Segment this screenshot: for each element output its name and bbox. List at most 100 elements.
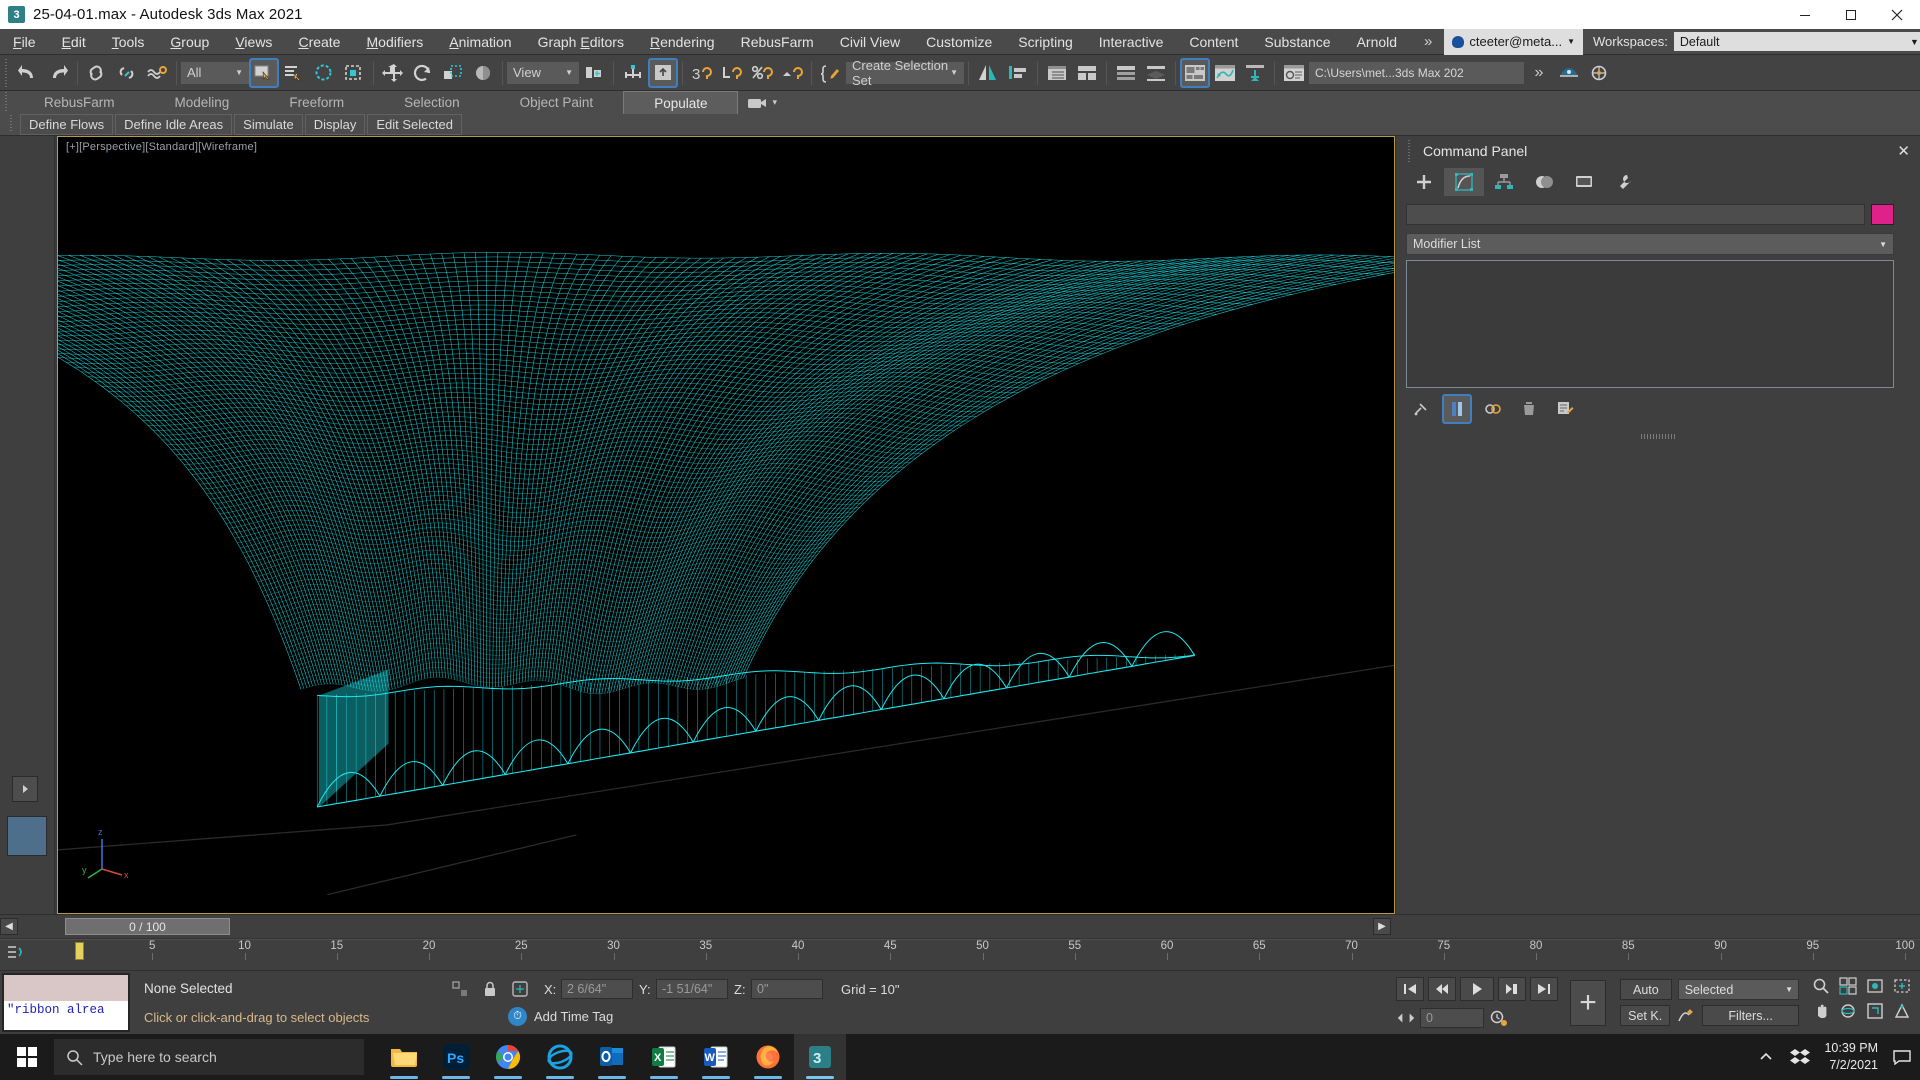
taskbar-outlook[interactable] [586, 1034, 638, 1080]
menu-graph-editors[interactable]: Graph Editors [525, 29, 637, 55]
spinner-snap-icon[interactable] [777, 58, 807, 88]
menu-modifiers[interactable]: Modifiers [353, 29, 436, 55]
unlink-icon[interactable] [112, 58, 142, 88]
configure-sets-icon[interactable] [1550, 394, 1580, 424]
key-step-icon[interactable] [1396, 1008, 1416, 1028]
angle-snap-icon[interactable] [717, 58, 747, 88]
lock-selection-icon[interactable] [480, 979, 500, 999]
mirror-icon[interactable] [618, 58, 648, 88]
menu-rendering[interactable]: Rendering [637, 29, 728, 55]
modifier-stack[interactable] [1406, 260, 1894, 388]
make-unique-icon[interactable] [1478, 394, 1508, 424]
taskbar-excel[interactable]: X [638, 1034, 690, 1080]
menu-create[interactable]: Create [285, 29, 353, 55]
select-region-circle-icon[interactable] [309, 58, 339, 88]
ribbon-btn-display[interactable]: Display [304, 114, 366, 135]
auto-key-button[interactable]: Auto [1620, 979, 1672, 1000]
show-hidden-icons-icon[interactable] [1756, 1047, 1776, 1067]
time-prev-button[interactable]: ◀ [0, 918, 18, 935]
scene-explorer-icon[interactable] [1042, 58, 1072, 88]
minimize-button[interactable] [1782, 0, 1828, 29]
select-link-icon[interactable] [82, 58, 112, 88]
menu-group[interactable]: Group [157, 29, 222, 55]
ribbon-tab-freeform[interactable]: Freeform [259, 91, 374, 114]
pan-icon[interactable] [1811, 1001, 1831, 1021]
menu-content[interactable]: Content [1176, 29, 1251, 55]
select-move-icon[interactable] [378, 58, 408, 88]
content-browser-icon[interactable] [1279, 58, 1309, 88]
maxscript-mini-listener[interactable]: "ribbon alrea [2, 973, 130, 1032]
ribbon-toggle-icon[interactable] [1180, 57, 1210, 88]
snap-toggle-icon[interactable]: 3 [687, 58, 717, 88]
project-path-field[interactable]: C:\Users\met...3ds Max 202 [1309, 61, 1524, 84]
pin-stack-icon[interactable] [1406, 394, 1436, 424]
named-selection-icon[interactable] [816, 58, 846, 88]
go-to-end-icon[interactable] [1530, 977, 1558, 1001]
key-mode-icon[interactable] [1676, 1006, 1696, 1026]
go-to-start-icon[interactable] [1396, 977, 1424, 1001]
bind-space-warp-icon[interactable] [142, 58, 172, 88]
track-bar[interactable]: 5 10 15 20 25 30 35 40 45 50 55 60 65 70 75 80 85 90 95 100 [0, 938, 1920, 970]
mirror-geometry-icon[interactable] [973, 58, 1003, 88]
account-button[interactable]: cteeter@meta... ▼ [1444, 28, 1583, 55]
maximize-viewport-icon[interactable] [1865, 1001, 1885, 1021]
selection-filter-select[interactable]: All ▼ [181, 61, 249, 84]
curve-editor-icon[interactable] [1210, 58, 1240, 88]
action-center-icon[interactable] [1892, 1047, 1912, 1067]
menu-rebusfarm[interactable]: RebusFarm [728, 29, 827, 55]
zoom-extents-icon[interactable] [1865, 976, 1885, 996]
show-end-result-icon[interactable] [1442, 394, 1472, 424]
ribbon-tab-populate[interactable]: Populate [623, 91, 739, 114]
coord-y-field[interactable]: -1 51/64" [656, 979, 728, 999]
modify-tab[interactable] [1444, 168, 1484, 196]
orbit-icon[interactable] [1838, 1001, 1858, 1021]
display-tab[interactable] [1564, 168, 1604, 196]
undo-icon[interactable] [13, 58, 43, 88]
placement-icon[interactable] [468, 58, 498, 88]
render-setup-icon[interactable] [1554, 58, 1584, 88]
close-icon[interactable]: ✕ [1897, 142, 1910, 160]
menu-scripting[interactable]: Scripting [1005, 29, 1085, 55]
time-configuration-icon[interactable] [1488, 1008, 1508, 1028]
perspective-viewport[interactable]: [+][Perspective][Standard][Wireframe] z … [57, 136, 1395, 914]
listener-output[interactable] [4, 975, 128, 1001]
taskbar-file-explorer[interactable] [378, 1034, 430, 1080]
window-crossing-icon[interactable] [339, 58, 369, 88]
ribbon-btn-simulate[interactable]: Simulate [234, 114, 303, 135]
menu-arnold[interactable]: Arnold [1344, 29, 1410, 55]
expand-panel-button[interactable] [12, 776, 38, 802]
dropbox-icon[interactable] [1790, 1047, 1811, 1067]
menu-substance[interactable]: Substance [1251, 29, 1343, 55]
select-object-icon[interactable] [249, 57, 279, 88]
field-of-view-icon[interactable] [1892, 1001, 1912, 1021]
viewport-label[interactable]: [+][Perspective][Standard][Wireframe] [66, 141, 257, 153]
menu-civil-view[interactable]: Civil View [827, 29, 913, 55]
add-time-tag-button[interactable]: ⏱ Add Time Tag [508, 1007, 613, 1026]
redo-icon[interactable] [43, 58, 73, 88]
percent-snap-icon[interactable] [747, 58, 777, 88]
use-pivot-point-icon[interactable] [579, 58, 609, 88]
object-name-field[interactable] [1406, 204, 1865, 225]
menu-interactive[interactable]: Interactive [1086, 29, 1177, 55]
menu-edit[interactable]: Edit [49, 29, 99, 55]
next-frame-icon[interactable] [1498, 977, 1526, 1001]
selection-set-field[interactable]: Create Selection Set ▼ [846, 58, 964, 88]
menu-tools[interactable]: Tools [99, 29, 158, 55]
create-tab[interactable] [1404, 168, 1444, 196]
menu-customize[interactable]: Customize [913, 29, 1005, 55]
align-icon[interactable] [648, 57, 678, 88]
zoom-region-icon[interactable] [1892, 976, 1912, 996]
toolbar-grip[interactable] [3, 58, 10, 87]
layer-explorer-icon[interactable] [1072, 58, 1102, 88]
hierarchy-tab[interactable] [1484, 168, 1524, 196]
taskbar-internet-explorer[interactable] [534, 1034, 586, 1080]
viewport-thumbnail[interactable] [7, 816, 47, 856]
absolute-mode-icon[interactable] [510, 979, 530, 999]
ribbon-tab-selection[interactable]: Selection [374, 91, 490, 114]
select-by-name-icon[interactable] [279, 58, 309, 88]
schematic-view-icon[interactable] [1240, 58, 1270, 88]
ribbon-btn-edit-selected[interactable]: Edit Selected [367, 114, 462, 135]
maximize-button[interactable] [1828, 0, 1874, 29]
taskbar-chrome[interactable] [482, 1034, 534, 1080]
select-scale-icon[interactable] [438, 58, 468, 88]
